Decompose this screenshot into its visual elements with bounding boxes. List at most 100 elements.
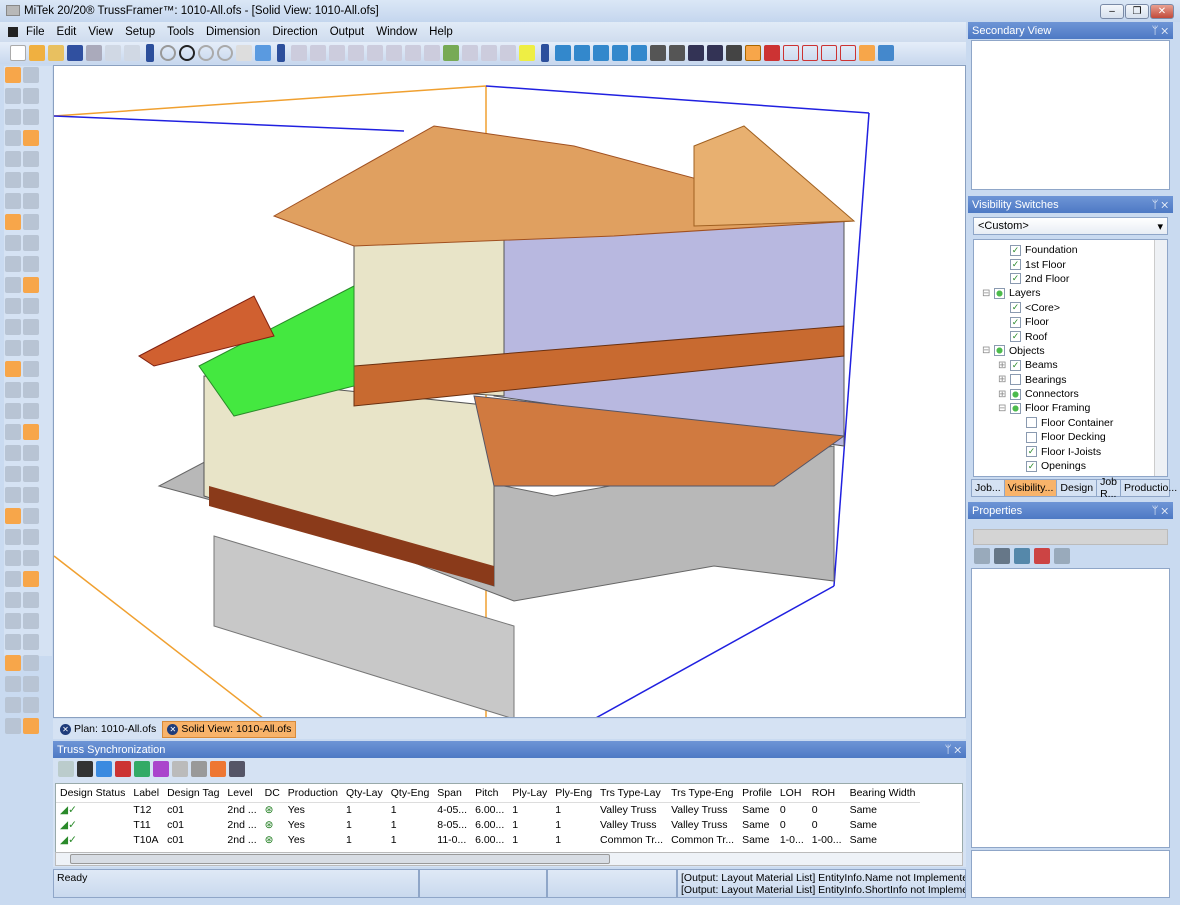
view-icon[interactable] xyxy=(593,45,609,61)
tool-icon[interactable] xyxy=(5,424,21,440)
view-icon[interactable] xyxy=(650,45,666,61)
checkbox[interactable] xyxy=(994,287,1005,299)
tool-icon[interactable] xyxy=(405,45,421,61)
tool-icon[interactable] xyxy=(5,277,21,293)
tool-icon[interactable] xyxy=(5,340,21,356)
menu-output[interactable]: Output xyxy=(330,26,365,38)
tree-item[interactable]: ⊞ Connectors xyxy=(974,387,1167,401)
tool-icon[interactable] xyxy=(23,235,39,251)
tool-icon[interactable] xyxy=(23,340,39,356)
tool-icon[interactable] xyxy=(23,592,39,608)
checkbox[interactable] xyxy=(1010,402,1021,414)
tool-icon[interactable] xyxy=(5,256,21,272)
column-header[interactable]: Bearing Width xyxy=(845,784,920,803)
view-icon[interactable] xyxy=(555,45,571,61)
tool-icon[interactable] xyxy=(5,634,21,650)
checkbox[interactable]: ✓ xyxy=(1010,273,1021,285)
close-tab-icon[interactable]: ✕ xyxy=(167,723,179,735)
zoom-out-icon[interactable] xyxy=(217,45,233,61)
print-icon[interactable] xyxy=(86,45,102,61)
menu-help[interactable]: Help xyxy=(429,26,453,38)
undo-icon[interactable] xyxy=(105,45,121,61)
tree-item[interactable]: ✓ <Core> xyxy=(974,301,1167,315)
column-header[interactable]: Production xyxy=(283,784,342,803)
column-header[interactable]: ROH xyxy=(807,784,846,803)
tool-icon[interactable] xyxy=(58,761,74,777)
tool-icon[interactable] xyxy=(23,214,39,230)
view-icon[interactable] xyxy=(764,45,780,61)
refresh-icon[interactable] xyxy=(255,45,271,61)
tree-item[interactable]: ✓ 2nd Floor xyxy=(974,272,1167,286)
delete-icon[interactable] xyxy=(115,761,131,777)
tree-item[interactable]: Floor Container xyxy=(974,416,1167,430)
table-row[interactable]: ◢✓ T10A c01 2nd ... ⊛ Yes 1 1 11-0... 6.00... 1 1 Co… xyxy=(56,832,920,847)
panel-tab[interactable]: Job... xyxy=(972,480,1005,496)
expander-icon[interactable]: ⊟ xyxy=(982,288,994,299)
tool-icon[interactable] xyxy=(5,718,21,734)
tool-icon[interactable] xyxy=(96,761,112,777)
column-header[interactable]: Level xyxy=(223,784,261,803)
toolbar-grip[interactable] xyxy=(541,44,549,62)
tool-icon[interactable] xyxy=(5,571,21,587)
tool-icon[interactable] xyxy=(5,466,21,482)
lightning-icon[interactable] xyxy=(443,45,459,61)
tool-icon[interactable] xyxy=(23,172,39,188)
tree-item[interactable]: ⊟ Layers xyxy=(974,286,1167,300)
tool-icon[interactable] xyxy=(23,67,39,83)
tool-icon[interactable] xyxy=(5,130,21,146)
tool-icon[interactable] xyxy=(23,508,39,524)
secondary-view[interactable] xyxy=(971,40,1170,190)
solid-view-icon[interactable] xyxy=(745,45,761,61)
tab-solid-view[interactable]: ✕ Solid View: 1010-All.ofs xyxy=(162,720,297,738)
tool-icon[interactable] xyxy=(5,592,21,608)
view-icon[interactable] xyxy=(669,45,685,61)
tool-icon[interactable] xyxy=(5,298,21,314)
tree-item[interactable]: ✓ Openings xyxy=(974,459,1167,473)
tool-icon[interactable] xyxy=(23,151,39,167)
label-icon[interactable] xyxy=(519,45,535,61)
tool-icon[interactable] xyxy=(23,319,39,335)
tree-item[interactable]: ✓ Roof xyxy=(974,329,1167,343)
close-panel-icon[interactable]: ✕ xyxy=(1161,25,1168,37)
sort-icon[interactable] xyxy=(1014,548,1030,564)
view-icon[interactable] xyxy=(802,45,818,61)
tool-icon[interactable] xyxy=(23,655,39,671)
property-pages-icon[interactable] xyxy=(1054,548,1070,564)
pin-icon[interactable]: ᛘ xyxy=(1152,25,1159,37)
tool-icon[interactable] xyxy=(386,45,402,61)
view-icon[interactable] xyxy=(821,45,837,61)
tool-icon[interactable] xyxy=(329,45,345,61)
checkbox[interactable]: ✓ xyxy=(1010,244,1021,256)
checkbox[interactable] xyxy=(1010,388,1021,400)
doc-icon[interactable] xyxy=(8,27,18,37)
view-icon[interactable] xyxy=(612,45,628,61)
checkbox[interactable]: ✓ xyxy=(1026,446,1037,458)
panel-tab[interactable]: Visibility... xyxy=(1004,480,1058,496)
tool-icon[interactable] xyxy=(5,529,21,545)
close-panel-icon[interactable]: ✕ xyxy=(1161,505,1168,517)
column-header[interactable]: Design Tag xyxy=(163,784,224,803)
expander-icon[interactable]: ⊞ xyxy=(998,360,1010,371)
column-header[interactable]: Pitch xyxy=(471,784,509,803)
menu-setup[interactable]: Setup xyxy=(125,26,155,38)
pan-icon[interactable] xyxy=(236,45,252,61)
close-panel-icon[interactable]: ✕ xyxy=(954,744,961,756)
checkbox[interactable]: ✓ xyxy=(1010,316,1021,328)
tool-icon[interactable] xyxy=(5,88,21,104)
tool-icon[interactable] xyxy=(5,361,21,377)
sync-icon[interactable] xyxy=(134,761,150,777)
vertical-scrollbar[interactable] xyxy=(1154,240,1167,476)
tool-icon[interactable] xyxy=(5,67,21,83)
scroll-thumb[interactable] xyxy=(70,854,610,864)
tree-item[interactable]: ⊟ Objects xyxy=(974,344,1167,358)
checkbox[interactable]: ✓ xyxy=(1026,460,1037,472)
tool-icon[interactable] xyxy=(5,550,21,566)
tool-icon[interactable] xyxy=(5,382,21,398)
tool-icon[interactable] xyxy=(229,761,245,777)
tree-item[interactable]: ✓ Floor xyxy=(974,315,1167,329)
tool-icon[interactable] xyxy=(5,508,21,524)
menu-window[interactable]: Window xyxy=(376,26,417,38)
minimize-button[interactable]: – xyxy=(1100,4,1124,19)
toolbar-grip[interactable] xyxy=(146,44,154,62)
tool-icon[interactable] xyxy=(5,235,21,251)
